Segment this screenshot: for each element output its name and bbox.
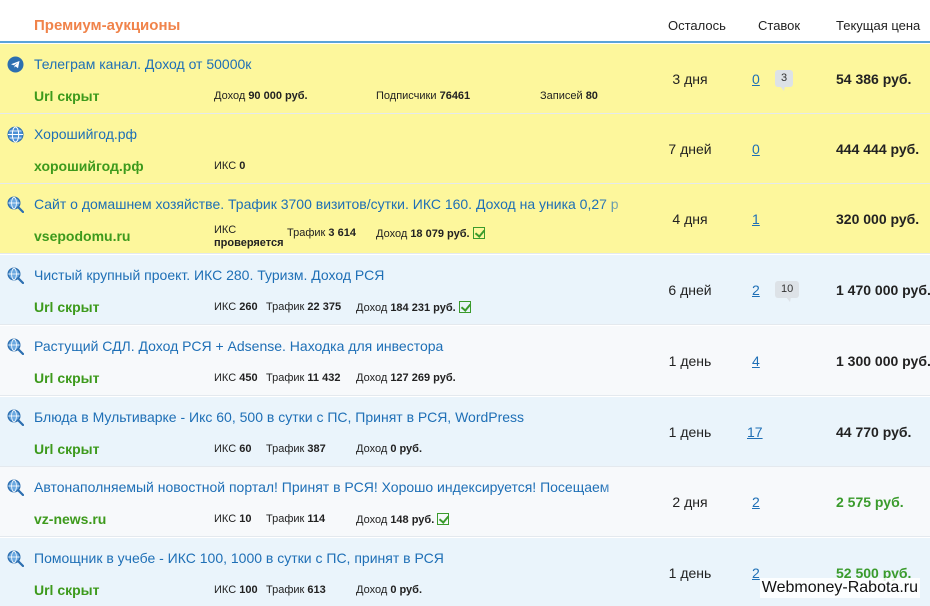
- comments-bubble[interactable]: 10: [775, 281, 800, 302]
- bids-count-link[interactable]: 4: [752, 353, 760, 369]
- auction-row: Растущий СДЛ. Доход РСЯ + Adsense. Наход…: [0, 326, 930, 396]
- current-price: 1 470 000 руб.: [836, 282, 930, 298]
- column-header-price[interactable]: Текущая цена: [836, 18, 920, 33]
- auction-row: Автонаполняемый новостной портал! Принят…: [0, 467, 930, 537]
- metric-income: Доход 127 269 руб.: [356, 372, 456, 384]
- metric-iks: ИКС 260: [214, 301, 258, 313]
- metric-iks: ИКС 450: [214, 372, 258, 384]
- metric-traffic: Трафик 613: [266, 584, 326, 596]
- auction-row: Чистый крупный проект. ИКС 280. Туризм. …: [0, 255, 930, 325]
- auction-title-link[interactable]: Чистый крупный проект. ИКС 280. Туризм. …: [34, 267, 640, 283]
- comments-bubble[interactable]: 3: [775, 70, 794, 91]
- bids-count-link[interactable]: 2: [752, 565, 760, 581]
- current-price: 44 770 руб.: [836, 424, 912, 440]
- column-header-bids[interactable]: Ставок: [758, 18, 800, 33]
- site-search-icon: [7, 409, 24, 426]
- site-search-icon: [7, 479, 24, 496]
- auction-url: Url скрыт: [34, 370, 100, 386]
- auction-title-link[interactable]: Сайт о домашнем хозяйстве. Трафик 3700 в…: [34, 196, 640, 212]
- time-remaining: 6 дней: [668, 282, 712, 298]
- bids-count-link[interactable]: 0: [752, 141, 760, 157]
- current-price: 320 000 руб.: [836, 211, 920, 227]
- verified-check-icon: [458, 301, 471, 313]
- bids-count-link[interactable]: 2: [752, 282, 760, 298]
- auction-table-header: Премиум-аукционы Осталось Ставок Текущая…: [0, 0, 930, 43]
- time-remaining: 1 день: [668, 565, 712, 581]
- metric-iks: ИКС 10: [214, 513, 252, 525]
- auction-url[interactable]: vz-news.ru: [34, 511, 106, 527]
- metric-traffic: Трафик 11 432: [266, 372, 341, 384]
- metric-posts: Записей 80: [540, 90, 598, 102]
- time-remaining: 2 дня: [672, 494, 708, 510]
- auction-row: Хорошийгод.рф хорошийгод.рф ИКС 0 7 дней…: [0, 114, 930, 184]
- bids-count-link[interactable]: 0: [752, 71, 760, 87]
- auction-title-link[interactable]: Хорошийгод.рф: [34, 126, 640, 142]
- site-search-icon: [7, 267, 24, 284]
- metric-subscribers: Подписчики 76461: [376, 90, 471, 102]
- auction-url: Url скрыт: [34, 299, 100, 315]
- column-header-remaining[interactable]: Осталось: [668, 18, 726, 33]
- auction-url[interactable]: vsepodomu.ru: [34, 228, 130, 244]
- metric-income: Доход 148 руб.: [356, 513, 450, 526]
- metric-iks: ИКС 60: [214, 443, 252, 455]
- site-search-icon: [7, 550, 24, 567]
- site-search-icon: [7, 338, 24, 355]
- metric-iks: ИКС проверяется: [214, 224, 284, 249]
- metric-income: Доход 184 231 руб.: [356, 301, 471, 314]
- current-price: 1 300 000 руб.: [836, 353, 930, 369]
- telegram-icon: [7, 56, 24, 73]
- time-remaining: 1 день: [668, 424, 712, 440]
- section-title: Премиум-аукционы: [34, 17, 181, 34]
- auction-url: Url скрыт: [34, 88, 100, 104]
- time-remaining: 4 дня: [672, 211, 708, 227]
- bids-count-link[interactable]: 1: [752, 211, 760, 227]
- metric-income: Доход 90 000 руб.: [214, 90, 308, 102]
- auction-url[interactable]: хорошийгод.рф: [34, 158, 144, 174]
- metric-traffic: Трафик 3 614: [287, 227, 356, 239]
- auction-row: Телеграм канал. Доход от 50000к Url скры…: [0, 44, 930, 114]
- globe-icon: [7, 126, 24, 143]
- auction-title-link[interactable]: Растущий СДЛ. Доход РСЯ + Adsense. Наход…: [34, 338, 640, 354]
- bids-count-link[interactable]: 2: [752, 494, 760, 510]
- time-remaining: 7 дней: [668, 141, 712, 157]
- current-price: 54 386 руб.: [836, 71, 912, 87]
- verified-check-icon: [437, 513, 450, 525]
- bids-count-link[interactable]: 17: [747, 424, 763, 440]
- auction-title-link[interactable]: Телеграм канал. Доход от 50000к: [34, 56, 640, 72]
- auction-title-link[interactable]: Автонаполняемый новостной портал! Принят…: [34, 479, 640, 495]
- time-remaining: 1 день: [668, 353, 712, 369]
- auction-url: Url скрыт: [34, 582, 100, 598]
- watermark: Webmoney-Rabota.ru: [759, 578, 920, 598]
- metric-traffic: Трафик 22 375: [266, 301, 342, 313]
- auction-title-link[interactable]: Помощник в учебе - ИКС 100, 1000 в сутки…: [34, 550, 640, 566]
- auction-row: Блюда в Мультиварке - Икс 60, 500 в сутк…: [0, 397, 930, 467]
- metric-income: Доход 0 руб.: [356, 443, 423, 455]
- auction-title-link[interactable]: Блюда в Мультиварке - Икс 60, 500 в сутк…: [34, 409, 640, 425]
- metric-traffic: Трафик 387: [266, 443, 326, 455]
- current-price: 444 444 руб.: [836, 141, 920, 157]
- time-remaining: 3 дня: [672, 71, 708, 87]
- metric-traffic: Трафик 114: [266, 513, 326, 525]
- metric-iks: ИКС 100: [214, 584, 258, 596]
- site-search-icon: [7, 196, 24, 213]
- metric-iks: ИКС 0: [214, 160, 246, 172]
- metric-income: Доход 18 079 руб.: [376, 227, 485, 240]
- current-price: 2 575 руб.: [836, 494, 904, 510]
- auction-url: Url скрыт: [34, 441, 100, 457]
- verified-check-icon: [472, 227, 485, 239]
- auction-row: Сайт о домашнем хозяйстве. Трафик 3700 в…: [0, 184, 930, 254]
- metric-income: Доход 0 руб.: [356, 584, 423, 596]
